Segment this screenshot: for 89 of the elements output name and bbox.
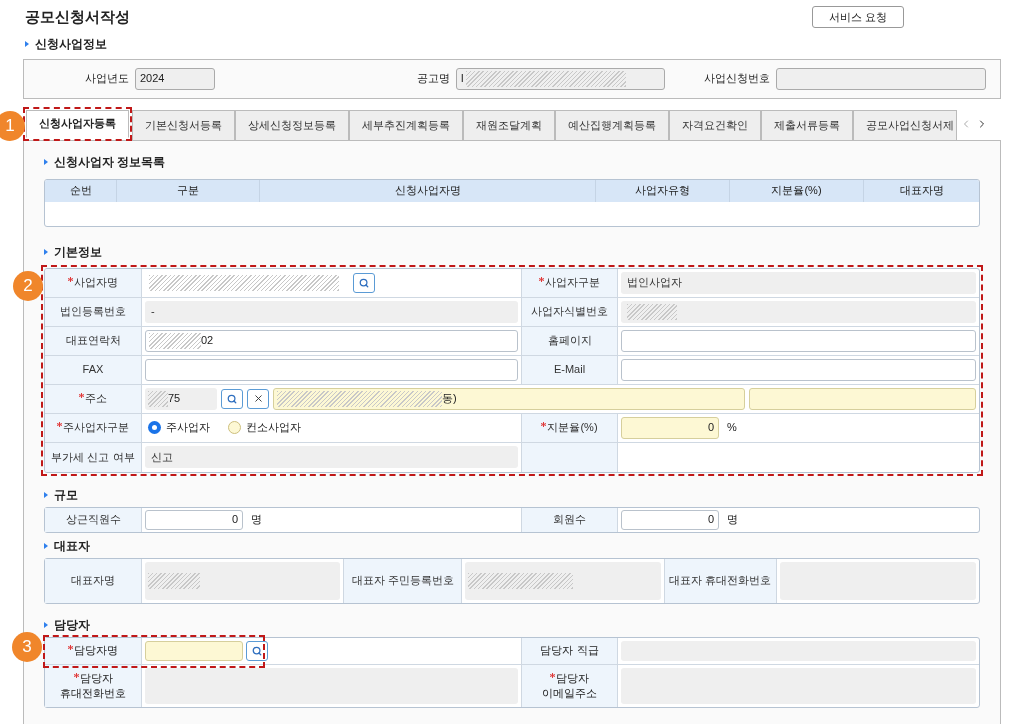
- input-field[interactable]: [621, 329, 976, 352]
- column-header: 대표자명: [898, 183, 945, 199]
- input-field[interactable]: 02: [145, 329, 518, 352]
- bullet-icon: [44, 158, 48, 165]
- radio-label[interactable]: 주사업자: [166, 419, 210, 436]
- field-label: 사업자식별번호: [531, 304, 608, 320]
- input-field[interactable]: [145, 358, 518, 381]
- zipcode-field: 75: [145, 387, 217, 410]
- field-label: 회원수: [553, 512, 586, 528]
- tab[interactable]: 공모사업신청서제: [853, 109, 957, 141]
- section-title: 대표자: [54, 537, 90, 555]
- tab[interactable]: 기본신청서등록: [132, 109, 235, 141]
- bullet-icon: [44, 621, 48, 628]
- field-label: 대표자 주민등록번호: [351, 573, 454, 589]
- tab[interactable]: 신청사업자등록: [26, 109, 129, 138]
- callout-badge: 3: [12, 631, 42, 662]
- input-field[interactable]: [145, 640, 243, 661]
- field-label: 주사업자구분: [63, 420, 129, 436]
- bullet-icon: [44, 491, 48, 498]
- radio-label[interactable]: 컨소사업자: [246, 419, 301, 436]
- search-icon: [252, 645, 262, 656]
- field-label: 이메일주소: [542, 685, 597, 701]
- unit-label: 명: [251, 512, 262, 528]
- readonly-field: 신고: [145, 446, 518, 468]
- field-label: 담당자: [556, 670, 589, 686]
- field-label: 지분율(%): [547, 420, 598, 436]
- readonly-field: I: [455, 67, 666, 90]
- field-label: 사업년도: [84, 71, 129, 87]
- bullet-icon: [44, 542, 48, 549]
- callout-badge: 2: [13, 270, 43, 301]
- address-field[interactable]: 동): [273, 387, 745, 410]
- section-title: 신청사업정보: [35, 35, 107, 53]
- search-button[interactable]: [353, 272, 375, 293]
- field-label: 담당자 직급: [540, 643, 599, 658]
- number-field[interactable]: 0: [145, 509, 243, 530]
- clear-button[interactable]: [247, 388, 269, 409]
- field-label: E-Mail: [553, 362, 586, 378]
- column-header: 순번: [45, 179, 117, 202]
- field-label: 대표연락처: [65, 333, 121, 349]
- readonly-field: 법인사업자: [621, 271, 976, 294]
- search-button[interactable]: [221, 388, 243, 409]
- field-label: 사업신청번호: [703, 71, 771, 87]
- column-header: 신청사업자명: [260, 179, 596, 202]
- field-label: 홈페이지: [547, 333, 592, 349]
- field-label: 주소: [85, 391, 107, 407]
- unit-label: %: [727, 420, 737, 436]
- readonly-field: -: [145, 300, 518, 323]
- field-label: 휴대전화번호: [60, 685, 126, 701]
- close-icon: [252, 393, 264, 404]
- bullet-icon: [25, 40, 29, 47]
- field-label: 법인등록번호: [60, 304, 126, 320]
- unit-label: 명: [727, 512, 738, 528]
- readonly-field: 2024: [135, 67, 215, 90]
- field-label: 담당자: [79, 670, 113, 686]
- section-title: 담당자: [54, 616, 90, 634]
- field-label: 부가세 신고 여부: [51, 449, 135, 465]
- tab[interactable]: 세부추진계획등록: [349, 109, 463, 141]
- column-header: 사업자유형: [596, 179, 730, 202]
- field-label: 사업자구분: [545, 275, 600, 291]
- field-label: 담당자명: [74, 643, 118, 658]
- page-title: 공모신청서작성: [25, 7, 130, 27]
- column-header: 구분: [117, 179, 260, 202]
- radio-button[interactable]: [228, 421, 241, 434]
- field-label: 대표자 휴대전화번호: [669, 573, 772, 589]
- field-label: 사업자명: [74, 275, 118, 291]
- tab[interactable]: 상세신청정보등록: [235, 109, 349, 141]
- section-title: 규모: [54, 486, 78, 504]
- tab[interactable]: 자격요건확인: [669, 109, 761, 141]
- address-detail-field[interactable]: [749, 387, 976, 410]
- section-title: 신청사업자 정보목록: [54, 153, 166, 171]
- field-label: 대표자명: [71, 573, 115, 589]
- field-label: 상근직원수: [65, 512, 121, 528]
- service-request-button[interactable]: 서비스 요청: [811, 6, 904, 29]
- tab[interactable]: 제출서류등록: [761, 109, 853, 141]
- tab[interactable]: 재원조달계획: [463, 109, 555, 141]
- tab[interactable]: 예산집행계획등록: [555, 109, 669, 141]
- search-icon: [359, 277, 369, 288]
- number-field[interactable]: 0: [621, 509, 719, 530]
- field-label: FAX: [82, 362, 104, 378]
- input-field[interactable]: [621, 358, 976, 381]
- section-title: 기본정보: [54, 243, 102, 261]
- radio-button[interactable]: [148, 421, 161, 434]
- search-button[interactable]: [246, 640, 268, 661]
- callout-badge: 1: [0, 110, 25, 141]
- field-label: 공고명: [415, 71, 450, 87]
- number-field[interactable]: 0: [621, 416, 719, 439]
- search-icon: [227, 393, 237, 404]
- bullet-icon: [44, 248, 48, 255]
- column-header: 지분율(%): [730, 179, 864, 202]
